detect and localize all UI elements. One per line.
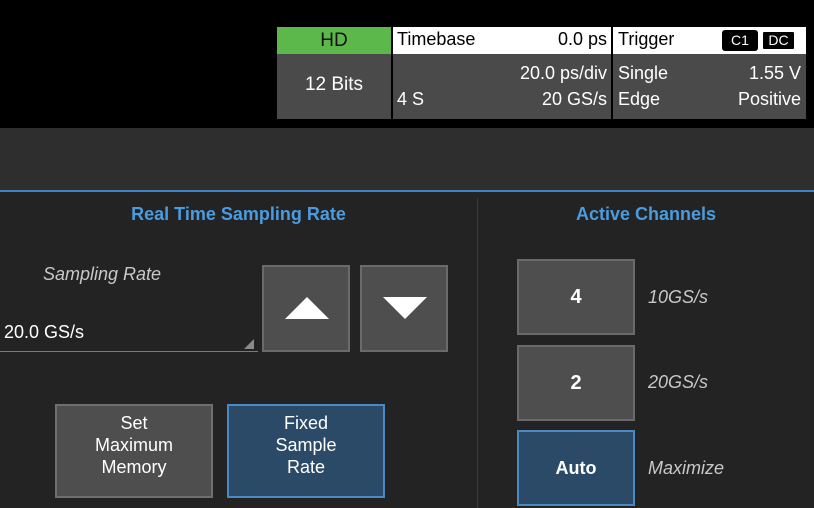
- timebase-per-div: 20.0 ps/div: [519, 63, 607, 83]
- sampling-section-title: Real Time Sampling Rate: [131, 204, 346, 224]
- channels-4-button[interactable]: 4: [517, 259, 635, 335]
- sampling-rate-field[interactable]: 20.0 GS/s: [0, 312, 258, 352]
- fixed-rate-line-3: Rate: [286, 457, 326, 477]
- fixed-rate-line-1: Fixed: [283, 413, 328, 433]
- channels-2-note: 20GS/s: [648, 372, 709, 392]
- trigger-header: Trigger C1 DC: [613, 27, 806, 54]
- trigger-channel-badge: C1: [722, 30, 758, 51]
- timebase-offset: 0.0 ps: [557, 29, 607, 49]
- channels-auto-note: Maximize: [648, 458, 725, 478]
- trigger-title: Trigger: [618, 29, 675, 49]
- bits-label: 12 Bits: [304, 74, 364, 95]
- scope-dialog: HD 12 Bits Timebase 0.0 ps 20.0 ps/div 4…: [0, 0, 814, 508]
- set-max-memory-line-2: Maximum: [94, 435, 173, 455]
- channels-section-title: Active Channels: [575, 204, 717, 224]
- set-maximum-memory-button[interactable]: Set Maximum Memory: [55, 404, 213, 498]
- timebase-title: Timebase: [397, 29, 476, 49]
- channels-auto-button[interactable]: Auto: [517, 430, 635, 506]
- acquisition-mode-box[interactable]: HD 12 Bits: [277, 27, 391, 119]
- channels-4-note: 10GS/s: [648, 287, 709, 307]
- trigger-coupling-badge: DC: [761, 30, 796, 51]
- trigger-slope: Positive: [737, 89, 801, 109]
- status-bar: HD 12 Bits Timebase 0.0 ps 20.0 ps/div 4…: [0, 0, 814, 128]
- set-max-memory-line-3: Memory: [101, 457, 167, 477]
- set-max-memory-line-1: Set: [120, 413, 148, 433]
- trigger-mode: Single: [618, 63, 669, 83]
- header-strip: [0, 128, 814, 192]
- fixed-rate-line-2: Sample: [275, 435, 337, 455]
- sampling-rate-down-button[interactable]: [360, 265, 448, 352]
- channels-2-button[interactable]: 2: [517, 345, 635, 421]
- sampling-rate-label: Sampling Rate: [43, 264, 162, 284]
- timebase-header: Timebase 0.0 ps: [393, 27, 611, 54]
- timebase-segments: 4 S: [397, 89, 425, 109]
- column-divider: [477, 198, 478, 508]
- fixed-sample-rate-button[interactable]: Fixed Sample Rate: [227, 404, 385, 498]
- trigger-type: Edge: [618, 89, 661, 109]
- hd-label: HD: [277, 27, 391, 54]
- sampling-rate-up-button[interactable]: [262, 265, 350, 352]
- triangle-down-icon: [383, 297, 427, 319]
- trigger-level: 1.55 V: [748, 63, 801, 83]
- timebase-box[interactable]: Timebase 0.0 ps 20.0 ps/div 4 S 20 GS/s: [393, 27, 611, 119]
- field-corner-icon: [244, 339, 254, 349]
- triangle-up-icon: [285, 297, 329, 319]
- trigger-box[interactable]: Trigger C1 DC Single 1.55 V Edge Positiv…: [613, 27, 806, 119]
- timebase-rate: 20 GS/s: [541, 89, 607, 109]
